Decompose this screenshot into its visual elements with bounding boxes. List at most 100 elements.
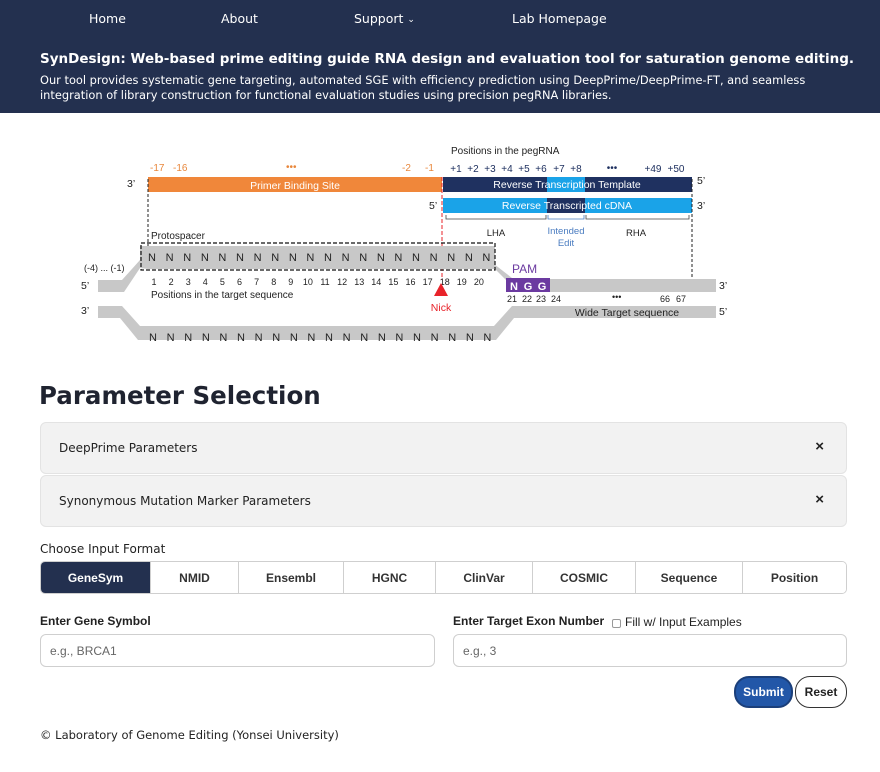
protospacer-label: Protospacer <box>151 231 206 242</box>
nav-lab-homepage[interactable]: Lab Homepage <box>512 11 607 26</box>
pbs-ellipsis: ••• <box>286 162 297 173</box>
lha-label: LHA <box>487 228 506 239</box>
tab-sequence[interactable]: Sequence <box>636 562 743 593</box>
n-base: N <box>448 332 456 344</box>
bottom-strand-end-5: 5’ <box>719 306 727 318</box>
pbs-num-16: -16 <box>173 163 188 174</box>
n-base: N <box>377 252 385 264</box>
rtt-position-number: +5 <box>518 164 530 175</box>
tab-position[interactable]: Position <box>743 562 846 593</box>
pbs-label: Primer Binding Site <box>250 180 340 192</box>
target-position-number: 13 <box>354 277 364 287</box>
close-icon[interactable]: × <box>815 491 824 508</box>
n-base: N <box>149 332 157 344</box>
target-position-number: 6 <box>237 277 242 287</box>
pam-base-g1: G <box>524 281 533 293</box>
positions-target-label: Positions in the target sequence <box>151 290 294 301</box>
gene-symbol-input[interactable] <box>40 634 435 667</box>
rtt-label: Reverse Transcription Template <box>493 179 641 191</box>
rtt-position-number: +49 <box>645 164 662 175</box>
tab-ensembl[interactable]: Ensembl <box>239 562 344 593</box>
accordion-deepprime-label: DeepPrime Parameters <box>59 441 198 455</box>
accordion-synonymous-marker-parameters[interactable]: Synonymous Mutation Marker Parameters × <box>40 475 847 527</box>
rtt-position-number: +50 <box>668 164 685 175</box>
rtt-position-number: +4 <box>501 164 513 175</box>
pbs-num-2: -2 <box>402 163 411 174</box>
pam-label: PAM <box>512 262 537 276</box>
target-position-number: 15 <box>388 277 398 287</box>
target-positions: 1 2 3 4 5 6 7 8 9 10 11 12 13 14 15 16 17 18 19 20 <box>151 277 483 287</box>
target-position-number: 5 <box>220 277 225 287</box>
n-base: N <box>412 252 420 264</box>
n-base: N <box>271 252 279 264</box>
nav-about[interactable]: About <box>221 11 258 26</box>
accordion-deepprime-parameters[interactable]: DeepPrime Parameters × <box>40 422 847 474</box>
pam-base-n: N <box>510 281 518 293</box>
n-base: N <box>237 332 245 344</box>
reset-button[interactable]: Reset <box>795 676 847 708</box>
tab-nmid[interactable]: NMID <box>151 562 239 593</box>
n-base: N <box>395 332 403 344</box>
n-base: N <box>166 252 174 264</box>
n-base: N <box>413 332 421 344</box>
tab-hgnc[interactable]: HGNC <box>344 562 436 593</box>
chevron-down-icon: ⌄ <box>407 15 415 25</box>
pbs-num-1: -1 <box>425 163 434 174</box>
rtt-position-number: +2 <box>467 164 479 175</box>
n-base: N <box>394 252 402 264</box>
site-header: Home About Support ⌄ Lab Homepage SynDesi… <box>0 0 880 113</box>
tab-cosmic[interactable]: COSMIC <box>533 562 636 593</box>
target-position-number: 7 <box>254 277 259 287</box>
top-strand-body <box>140 246 495 268</box>
top-strand-end-3: 3’ <box>719 280 727 292</box>
n-base: N <box>431 332 439 344</box>
target-position-number: 2 <box>169 277 174 287</box>
nav-home[interactable]: Home <box>89 11 126 26</box>
n-base: N <box>324 252 332 264</box>
n-base: N <box>183 252 191 264</box>
n-base: N <box>167 332 175 344</box>
target-position-number: 14 <box>371 277 381 287</box>
n-base: N <box>148 252 156 264</box>
page-description: Our tool provides systematic gene target… <box>40 73 806 102</box>
n-base: N <box>202 332 210 344</box>
close-icon[interactable]: × <box>815 438 824 455</box>
tab-genesym[interactable]: GeneSym <box>41 562 151 593</box>
gene-symbol-label: Enter Gene Symbol <box>40 614 151 628</box>
n-base: N <box>430 252 438 264</box>
target-exon-input[interactable] <box>453 634 847 667</box>
target-position-number: 9 <box>288 277 293 287</box>
footer-copyright: © Laboratory of Genome Editing (Yonsei U… <box>40 728 339 742</box>
n-base: N <box>343 332 351 344</box>
fill-examples-checkbox[interactable] <box>612 618 621 628</box>
page-title: SynDesign: Web-based prime editing guide… <box>40 51 854 67</box>
tab-clinvar[interactable]: ClinVar <box>436 562 533 593</box>
n-base: N <box>465 252 473 264</box>
pos-21: 21 <box>507 294 517 304</box>
submit-button[interactable]: Submit <box>734 676 793 708</box>
prime-editing-diagram: Positions in the pegRNA -17 -16 ••• -2 -… <box>81 146 727 344</box>
nav-support[interactable]: Support ⌄ <box>354 11 415 26</box>
n-base: N <box>482 252 490 264</box>
target-position-number: 8 <box>271 277 276 287</box>
n-base: N <box>447 252 455 264</box>
n-base: N <box>360 332 368 344</box>
n-base: N <box>483 332 491 344</box>
fill-examples-toggle[interactable]: Fill w/ Input Examples <box>612 615 742 629</box>
n-base: N <box>219 332 227 344</box>
target-position-number: 1 <box>151 277 156 287</box>
target-position-number: 16 <box>405 277 415 287</box>
pos-24: 24 <box>551 294 561 304</box>
pbs-num-17: -17 <box>150 163 165 174</box>
target-position-number: 4 <box>203 277 208 287</box>
rtt-position-number: +8 <box>570 164 582 175</box>
parameter-selection-title: Parameter Selection <box>39 381 321 410</box>
target-position-number: 17 <box>423 277 433 287</box>
pbs-end-3: 3’ <box>127 178 135 190</box>
rha-bracket <box>585 215 690 220</box>
n-base: N <box>342 252 350 264</box>
n-base: N <box>218 252 226 264</box>
n-base: N <box>359 252 367 264</box>
rtt-position-number: +3 <box>484 164 496 175</box>
rtt-ellipsis: ••• <box>607 163 618 174</box>
